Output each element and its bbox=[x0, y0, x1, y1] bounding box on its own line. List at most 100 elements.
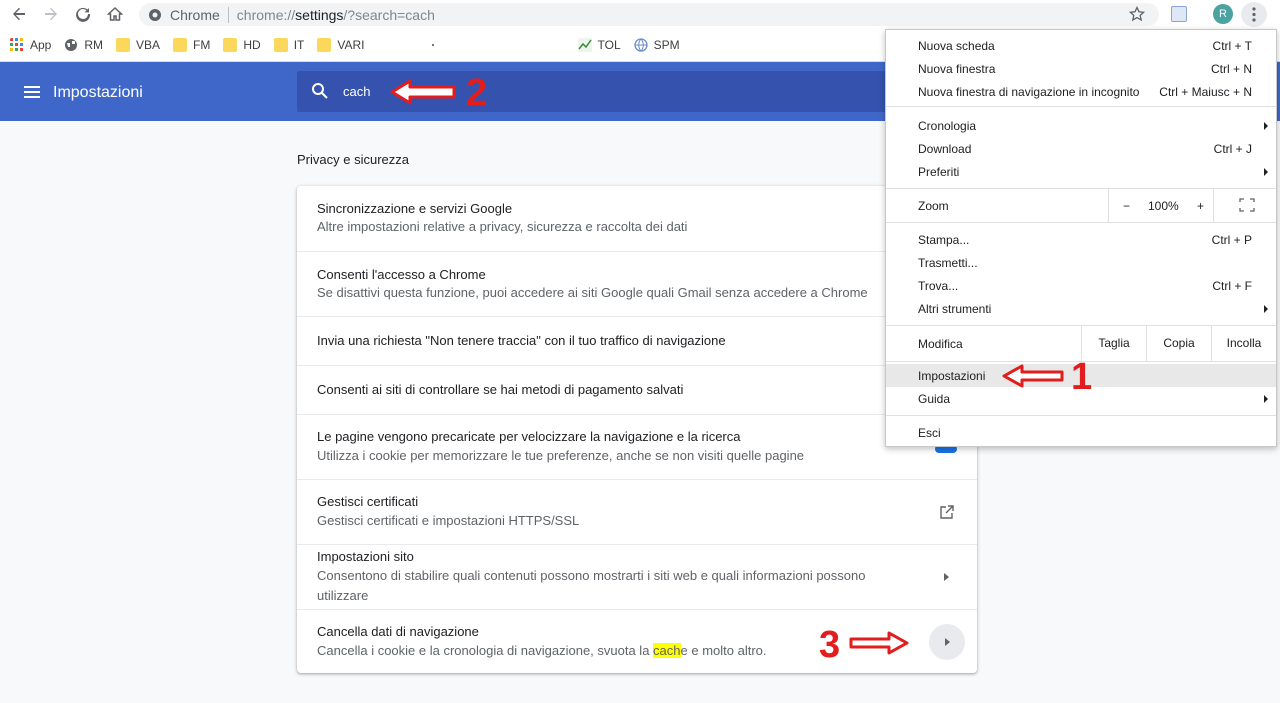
annotation-number-2: 2 bbox=[466, 72, 488, 114]
bookmark-fm[interactable]: FM bbox=[173, 38, 210, 52]
bookmark-tol[interactable]: TOL bbox=[577, 38, 621, 52]
browser-toolbar: Chrome chrome://settings/?search=cach R bbox=[0, 0, 1280, 29]
profile-avatar[interactable]: R bbox=[1213, 4, 1233, 24]
zoom-in-button[interactable]: + bbox=[1197, 199, 1204, 213]
folder-icon bbox=[173, 38, 188, 52]
chrome-menu-button[interactable] bbox=[1241, 2, 1267, 27]
row-title: Consenti ai siti di controllare se hai m… bbox=[317, 382, 684, 397]
menu-item-exit[interactable]: Esci bbox=[886, 421, 1276, 444]
settings-row-preload[interactable]: Le pagine vengono precaricate per veloci… bbox=[297, 414, 977, 479]
menu-item-history[interactable]: Cronologia bbox=[886, 114, 1276, 137]
bookmark-label: SPM bbox=[653, 38, 680, 52]
row-title: Cancella dati di navigazione bbox=[317, 624, 479, 639]
menu-item-new-incognito[interactable]: Nuova finestra di navigazione in incogni… bbox=[886, 80, 1276, 103]
fullscreen-icon[interactable] bbox=[1239, 198, 1255, 212]
star-icon[interactable] bbox=[1128, 5, 1146, 25]
address-bar[interactable]: Chrome chrome://settings/?search=cach bbox=[139, 3, 1159, 26]
search-highlight: cach bbox=[653, 643, 681, 658]
bookmark-app[interactable]: App bbox=[10, 38, 51, 52]
settings-row-do-not-track[interactable]: Invia una richiesta "Non tenere traccia"… bbox=[297, 316, 977, 365]
menu-item-new-window[interactable]: Nuova finestra Ctrl + N bbox=[886, 57, 1276, 80]
settings-row-chrome-login[interactable]: Consenti l'accesso a Chrome Se disattivi… bbox=[297, 251, 977, 316]
folder-icon bbox=[223, 38, 238, 52]
row-subtitle: Altre impostazioni relative a privacy, s… bbox=[317, 219, 688, 234]
settings-row-certificates[interactable]: Gestisci certificati Gestisci certificat… bbox=[297, 479, 977, 544]
row-title: Invia una richiesta "Non tenere traccia"… bbox=[317, 333, 726, 348]
zoom-label: Zoom bbox=[918, 199, 949, 213]
row-subtitle: Utilizza i cookie per memorizzare le tue… bbox=[317, 448, 805, 463]
bookmark-rm[interactable]: RM bbox=[64, 38, 103, 52]
bookmark-vba[interactable]: VBA bbox=[116, 38, 160, 52]
bookmark-label: App bbox=[30, 38, 52, 52]
menu-item-print[interactable]: Stampa... Ctrl + P bbox=[886, 228, 1276, 251]
copy-button[interactable]: Copia bbox=[1146, 326, 1211, 361]
annotation-arrow-3 bbox=[849, 631, 909, 655]
bookmark-vari[interactable]: VARI bbox=[317, 38, 365, 52]
bookmark-spm[interactable]: SPM bbox=[633, 38, 680, 52]
submenu-arrow-icon bbox=[1264, 305, 1268, 313]
menu-separator bbox=[886, 106, 1276, 107]
settings-row-payment-methods[interactable]: Consenti ai siti di controllare se hai m… bbox=[297, 365, 977, 414]
bookmark-it[interactable]: IT bbox=[273, 38, 305, 52]
folder-icon bbox=[116, 38, 131, 52]
back-icon[interactable] bbox=[8, 3, 30, 25]
bookmark-label: VBA bbox=[136, 38, 161, 52]
row-title: Impostazioni sito bbox=[317, 549, 414, 564]
search-icon bbox=[312, 83, 328, 99]
url-text: chrome://settings/?search=cach bbox=[236, 6, 435, 23]
row-title: Le pagine vengono precaricate per veloci… bbox=[317, 429, 741, 444]
settings-row-site-settings[interactable]: Impostazioni sito Consentono di stabilir… bbox=[297, 544, 977, 609]
menu-item-downloads[interactable]: Download Ctrl + J bbox=[886, 137, 1276, 160]
forward-icon[interactable] bbox=[40, 3, 62, 25]
zoom-controls: − 100% + bbox=[1108, 189, 1214, 222]
menu-item-bookmarks[interactable]: Preferiti bbox=[886, 160, 1276, 183]
annotation-arrow-1 bbox=[1002, 364, 1064, 388]
menu-zoom-row: Zoom − 100% + bbox=[886, 189, 1276, 222]
external-link-icon[interactable] bbox=[939, 504, 955, 520]
search-query[interactable]: cach bbox=[343, 84, 370, 99]
chrome-site-icon bbox=[149, 8, 161, 21]
paste-button[interactable]: Incolla bbox=[1211, 326, 1276, 361]
extension-icon[interactable] bbox=[1171, 6, 1187, 22]
home-icon[interactable] bbox=[104, 3, 126, 25]
apps-grid-icon bbox=[10, 38, 23, 51]
bookmark-label: FM bbox=[193, 38, 211, 52]
chevron-right-icon[interactable] bbox=[944, 573, 949, 581]
row-title: Gestisci certificati bbox=[317, 494, 419, 509]
annotation-arrow-2 bbox=[390, 79, 456, 105]
zoom-out-button[interactable]: − bbox=[1123, 199, 1130, 213]
chart-icon bbox=[577, 38, 592, 52]
annotation-number-1: 1 bbox=[1071, 356, 1093, 398]
omnibox-divider bbox=[227, 6, 229, 23]
row-title: Sincronizzazione e servizi Google bbox=[317, 201, 513, 216]
folder-icon bbox=[317, 38, 332, 52]
annotation-number-3: 3 bbox=[819, 624, 841, 666]
menu-separator bbox=[886, 415, 1276, 416]
globe-icon bbox=[65, 39, 78, 51]
edit-label: Modifica bbox=[918, 337, 963, 351]
hamburger-menu-icon[interactable] bbox=[24, 86, 40, 98]
bookmark-icon-c[interactable] bbox=[431, 44, 434, 46]
settings-search-field[interactable]: cach bbox=[297, 71, 897, 112]
bookmark-label: IT bbox=[293, 38, 305, 52]
reload-icon[interactable] bbox=[72, 3, 94, 25]
settings-title: Impostazioni bbox=[53, 84, 143, 101]
menu-separator bbox=[886, 222, 1276, 223]
bookmark-label: VARI bbox=[337, 38, 365, 52]
bookmark-label: RM bbox=[84, 38, 104, 52]
menu-item-cast[interactable]: Trasmetti... bbox=[886, 251, 1276, 274]
menu-item-new-tab[interactable]: Nuova scheda Ctrl + T bbox=[886, 34, 1276, 57]
menu-item-more-tools[interactable]: Altri strumenti bbox=[886, 297, 1276, 320]
bookmark-label: HD bbox=[243, 38, 261, 52]
row-subtitle: Se disattivi questa funzione, puoi acced… bbox=[317, 285, 868, 300]
row-subtitle: Consentono di stabilire quali contenuti … bbox=[317, 568, 866, 603]
bookmark-hd[interactable]: HD bbox=[223, 38, 261, 52]
settings-row-sync[interactable]: Sincronizzazione e servizi Google Altre … bbox=[297, 186, 977, 251]
menu-item-find[interactable]: Trova... Ctrl + F bbox=[886, 274, 1276, 297]
privacy-settings-card: Sincronizzazione e servizi Google Altre … bbox=[297, 186, 977, 673]
globe-icon bbox=[633, 38, 648, 52]
site-label: Chrome bbox=[170, 6, 220, 23]
kebab-icon bbox=[1252, 7, 1256, 22]
clear-data-arrow-button[interactable] bbox=[929, 624, 965, 660]
bookmark-label: TOL bbox=[597, 38, 621, 52]
